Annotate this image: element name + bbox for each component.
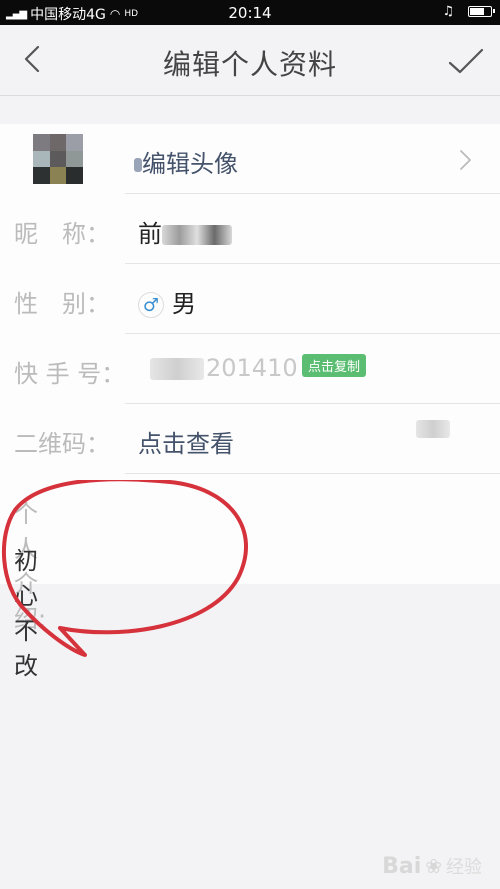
qrcode-link[interactable]: 点击查看	[138, 424, 234, 459]
avatar[interactable]	[33, 134, 83, 184]
nickname-row[interactable]: 昵 称： 前	[0, 194, 500, 264]
page-title: 编辑个人资料	[162, 48, 337, 81]
divider	[125, 473, 500, 474]
watermark-suffix: 经验	[446, 857, 482, 878]
kuaishou-id-label: 快 手 号：	[14, 360, 126, 388]
pixelation	[150, 358, 204, 380]
qrcode-thumbnail	[416, 420, 450, 438]
pixelation	[162, 225, 232, 245]
watermark-brand: Bai	[382, 853, 422, 879]
chevron-right-icon	[460, 150, 471, 170]
status-bar: ▂▄▆ 中国移动4G ◠ HD 20:14 ♫	[0, 0, 500, 25]
mute-icon: ♫	[442, 4, 454, 19]
status-time: 20:14	[228, 4, 272, 22]
gender-label: 性 别：	[14, 290, 110, 318]
bio-text[interactable]: 初心不改	[14, 541, 38, 681]
kuaishou-id-value: 201410	[150, 354, 298, 382]
baidu-watermark: Bai ❀ 经验	[382, 853, 482, 879]
pixelation	[134, 158, 142, 172]
avatar-row[interactable]: 编辑头像	[0, 124, 500, 194]
male-icon: ♂	[138, 292, 164, 318]
kuaishou-id-text: 201410	[206, 354, 298, 382]
gender-text: 男	[172, 290, 196, 318]
edit-avatar-label[interactable]: 编辑头像	[134, 144, 238, 179]
check-icon[interactable]	[446, 41, 486, 81]
edit-avatar-text: 编辑头像	[142, 150, 238, 178]
qrcode-label: 二维码：	[14, 430, 110, 458]
paw-icon: ❀	[425, 854, 442, 878]
copy-button[interactable]: 点击复制	[302, 354, 367, 377]
qrcode-row[interactable]: 二维码： 点击查看	[0, 404, 500, 474]
gender-row[interactable]: 性 别： ♂ 男	[0, 264, 500, 334]
nickname-text: 前	[138, 220, 162, 248]
status-right: ♫	[442, 4, 495, 19]
nickname-value[interactable]: 前	[138, 214, 232, 249]
gender-value[interactable]: ♂ 男	[138, 284, 196, 319]
top-bar: 编辑个人资料	[0, 25, 500, 96]
battery-icon	[468, 6, 495, 17]
nickname-label: 昵 称：	[14, 220, 110, 248]
kuaishou-id-row: 快 手 号： 201410 点击复制	[0, 334, 500, 404]
profile-form: 编辑头像 昵 称： 前 性 别： ♂ 男 快 手 号： 201410 点击复制 二…	[0, 124, 500, 680]
